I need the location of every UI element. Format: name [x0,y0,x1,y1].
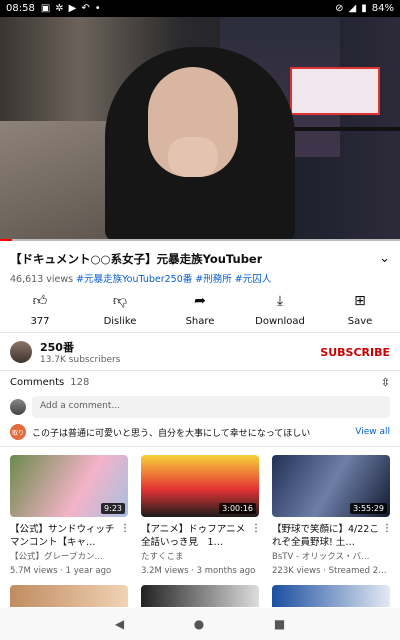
notification-icons: ▣ ✲ ▶ ↶ • [41,3,101,14]
comments-count: 128 [70,376,90,388]
chevron-down-icon[interactable]: ⌄ [379,251,390,267]
recommended-video-title[interactable]: 【アニメ】ドゥフアニメ全話いっき見 1… [141,523,251,549]
save-icon: ⊞ [354,293,366,309]
recommended-video-title[interactable]: 【公式】サンドウィッチマンコント【キャ… [10,523,120,549]
save-label: Save [347,316,373,327]
download-icon: ⤓ [276,293,284,309]
video-thumbnail[interactable]: 9:23 [10,455,128,517]
add-comment-input[interactable]: Add a comment... [32,396,390,418]
recommended-video-title[interactable]: 【野球で笑顔に】4/22これぞ全員野球! 土… [272,523,382,549]
video-thumbnail[interactable]: 3:00:16 [141,455,259,517]
subscriber-count: 13.7K subscribers [40,355,121,365]
thumbs-down-icon: 👎︎ [112,293,128,309]
video-progress-bar[interactable] [0,239,400,241]
recommended-video[interactable]: 3:00:16 【アニメ】ドゥフアニメ全話いっき見 1… ⋮ たすくこま 3.2… [141,455,261,577]
dislike-button[interactable]: 👎︎ Dislike [80,292,160,327]
battery-level: 84% [371,3,394,14]
system-nav-bar: ◀ ● ■ [0,608,400,640]
download-button[interactable]: ⤓ Download [240,292,320,327]
recommended-video-stats: 3.2M views · 3 months ago [141,566,256,576]
hashtag[interactable]: #刑務所 [195,274,231,285]
save-button[interactable]: ⊞ Save [320,292,400,327]
video-meta: 46,613 views #元暴走族YouTuber250番 #刑務所 #元囚人 [10,271,271,285]
mute-icon: ⊘ [335,3,344,14]
share-label: Share [185,316,215,327]
recents-nav-icon[interactable]: ■ [274,617,285,631]
video-thumbnail[interactable]: 3:55:29 [272,455,390,517]
subscribe-button[interactable]: SUBSCRIBE [320,346,390,359]
home-nav-icon[interactable]: ● [194,617,204,631]
like-count: 377 [30,316,50,327]
hashtag[interactable]: #元囚人 [235,274,271,285]
video-duration: 3:55:29 [350,503,387,514]
more-options-icon[interactable]: ⋮ [382,523,392,549]
video-duration: 9:23 [101,503,125,514]
top-comment-text: この子は普通に可愛いと思う、自分を大事にして幸せになってほしい [32,428,311,439]
status-time: 08:58 [6,3,35,14]
share-icon: ➦ [194,293,206,309]
battery-icon: ▮ [361,3,367,14]
download-label: Download [255,316,305,327]
recommended-video[interactable]: 3:55:29 【野球で笑顔に】4/22これぞ全員野球! 土… ⋮ BsTV -… [272,455,392,577]
channel-avatar[interactable] [10,341,32,363]
thumbs-up-icon: 👍︎ [32,293,48,309]
video-thumbnail[interactable] [272,585,390,607]
hashtag[interactable]: #元暴走族YouTuber250番 [76,274,192,285]
recommendations-next-row [10,585,390,607]
more-options-icon[interactable]: ⋮ [251,523,261,549]
dislike-label: Dislike [103,316,137,327]
back-nav-icon[interactable]: ◀ [115,617,124,631]
more-options-icon[interactable]: ⋮ [120,523,130,549]
share-button[interactable]: ➦ Share [160,292,240,327]
video-duration: 3:00:16 [219,503,256,514]
video-player[interactable] [0,17,400,241]
divider [0,370,400,371]
commenter-avatar: 取り [10,424,26,440]
video-thumbnail[interactable] [141,585,259,607]
image-icon: ▣ [40,3,51,14]
divider [0,446,400,447]
video-frame-hand [168,137,218,177]
recommended-video-stats: 223K views · Streamed 2… [272,566,387,576]
comments-header: Comments [10,376,65,388]
user-avatar [10,399,26,415]
expand-comments-icon[interactable]: ⇳ [381,376,390,389]
action-bar: 👍︎ 377 👎︎ Dislike ➦ Share ⤓ Download ⊞ S… [0,292,400,327]
like-button[interactable]: 👍︎ 377 [0,292,80,327]
channel-name[interactable]: 250番 [40,339,120,355]
video-title[interactable]: 【ドキュメント○○系女子】元暴走族YouTuber [10,251,262,267]
recommended-video[interactable]: 9:23 【公式】サンドウィッチマンコント【キャ… ⋮ 【公式】グレープカン… … [10,455,130,577]
comments-section[interactable]: Comments 128 ⇳ Add a comment... 取り この子は普… [0,374,400,440]
video-frame-sign [290,67,380,115]
recommended-video-channel: BsTV - オリックス・バ… [272,552,370,562]
wifi-icon: ◢ [348,3,357,14]
back-arrow-icon: ↶ [81,3,90,14]
channel-row[interactable]: 250番 13.7K subscribers SUBSCRIBE [0,336,400,368]
dot-icon: • [94,3,101,14]
recommendations: 9:23 【公式】サンドウィッチマンコント【キャ… ⋮ 【公式】グレープカン… … [10,455,392,577]
youtube-icon: ▶ [68,3,77,14]
video-thumbnail[interactable] [10,585,128,607]
divider [0,332,400,333]
view-all-link[interactable]: View all [355,427,390,437]
recommended-video-channel: たすくこま [141,552,184,562]
recommended-video-stats: 5.7M views · 1 year ago [10,566,112,576]
video-progress-fill [0,239,12,241]
settings-icon: ✲ [55,3,64,14]
status-bar: 08:58 ▣ ✲ ▶ ↶ • ⊘ ◢ ▮ 84% [0,0,400,17]
view-count: 46,613 views [10,274,74,285]
recommended-video-channel: 【公式】グレープカン… [10,552,103,562]
